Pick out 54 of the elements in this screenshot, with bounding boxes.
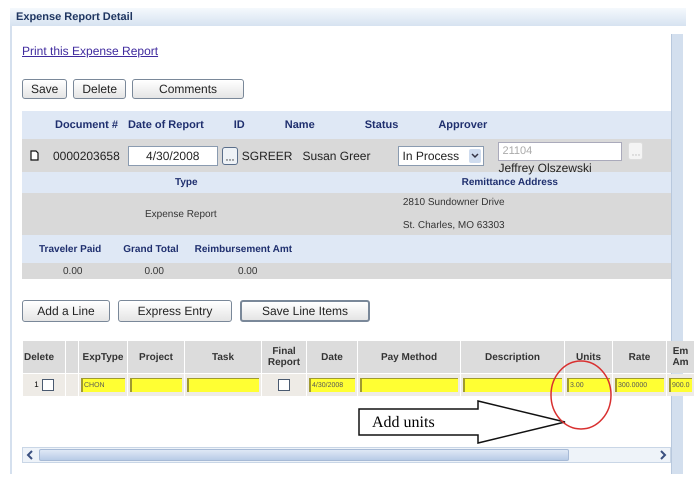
print-link[interactable]: Print this Expense Report (22, 44, 158, 58)
total-label: Grand Total (123, 242, 179, 256)
column-header: Date of Report (128, 118, 204, 133)
column-header: Rate (613, 341, 666, 373)
total-value: 0.00 (63, 264, 82, 278)
address-line: 2810 Sundowner Drive (402, 196, 505, 210)
input-field[interactable] (463, 378, 562, 392)
document-icon (30, 150, 39, 161)
line-button[interactable]: Save Line Items (240, 300, 370, 322)
date-field[interactable]: 4/30/2008 (128, 146, 218, 166)
name-text: Susan Greer (302, 148, 370, 164)
remittance-header: Remittance Address (462, 176, 558, 190)
column-header: Status (364, 118, 398, 133)
total-value: 0.00 (144, 264, 164, 278)
date-picker-button[interactable] (222, 146, 238, 164)
input-field[interactable] (187, 378, 259, 392)
column-header: Em Am (667, 341, 694, 373)
dropdown-icon (469, 148, 482, 162)
line-button[interactable]: Express Entry (118, 300, 232, 322)
column-header: Final Report (262, 341, 306, 373)
line-button[interactable]: Add a Line (22, 300, 110, 322)
column-header: Document # (55, 118, 118, 133)
action-button[interactable]: Save (22, 79, 68, 99)
total-label: Traveler Paid (39, 242, 102, 256)
input-field[interactable] (360, 378, 458, 392)
column-header: Pay Method (358, 341, 460, 373)
checkbox[interactable] (42, 379, 54, 391)
action-button[interactable]: Comments (132, 79, 244, 99)
status-select[interactable]: In Process (398, 146, 484, 166)
total-value: 0.00 (238, 264, 258, 278)
window-title: Expense Report Detail (16, 10, 133, 25)
type-value: Expense Report (145, 208, 217, 222)
column-header: Delete (23, 341, 65, 373)
column-header: Task (185, 341, 261, 373)
address-line: St. Charles, MO 63303 (402, 219, 505, 233)
callout-text: Add units (372, 413, 435, 433)
approver-name: Jeffrey Olszewski (498, 160, 593, 176)
id-text: SGREER (242, 148, 292, 164)
input-field[interactable] (130, 378, 182, 392)
row-number: 1 (34, 379, 39, 391)
column-header: ID (234, 118, 245, 133)
type-header: Type (175, 176, 198, 190)
highlight-circle (550, 360, 612, 430)
checkbox[interactable] (278, 379, 290, 391)
column-header: Name (284, 118, 315, 133)
column-header: Project (128, 341, 184, 373)
document-number: 0000203658 (53, 148, 120, 164)
total-label: Reimbursement Amt (194, 242, 292, 256)
column-header: Date (307, 341, 357, 373)
column-header: Description (461, 341, 564, 373)
column-header: Units (565, 341, 612, 373)
column-header: ExpType (79, 341, 127, 373)
column-header: Approver (438, 118, 488, 133)
action-button[interactable]: Delete (73, 79, 126, 99)
